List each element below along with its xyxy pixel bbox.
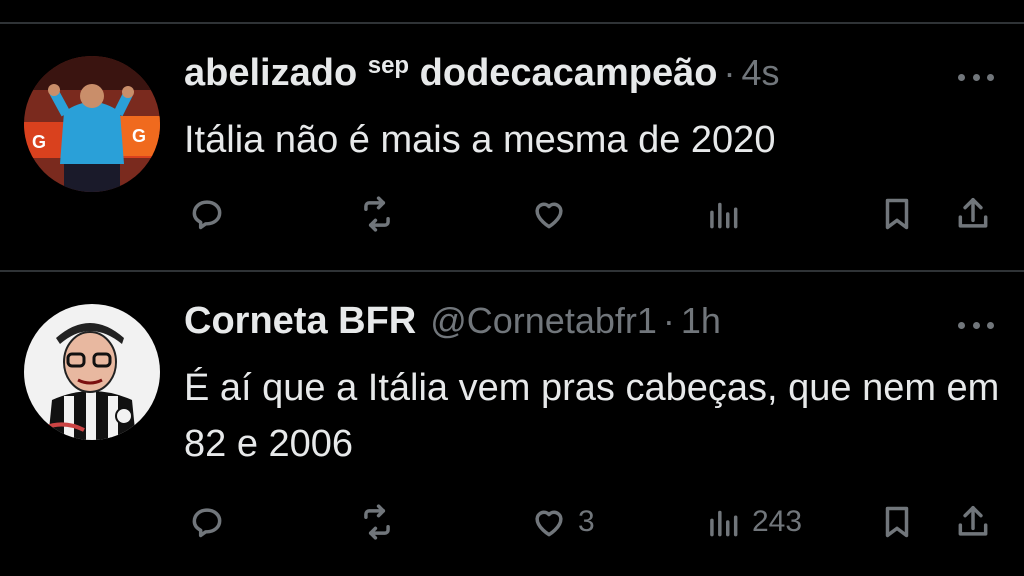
reply-icon (192, 508, 222, 538)
separator-dot: · (723, 52, 736, 93)
display-name[interactable]: abelizado sep dodecacampeão (184, 52, 717, 95)
reply-icon (192, 200, 222, 230)
share-icon (958, 198, 988, 228)
tweet-header: Corneta BFR @Cornetabfr1 · 1h (184, 300, 721, 350)
share-button[interactable] (954, 192, 992, 236)
separator-dot: · (662, 300, 675, 341)
tweet[interactable]: G G abelizado sep dodecacampeão · 4s Itá… (0, 24, 1024, 270)
bookmark-button[interactable] (878, 500, 916, 544)
views-button[interactable] (704, 192, 752, 236)
like-icon (535, 202, 563, 229)
share-icon (958, 506, 988, 536)
avatar-image: G G (24, 56, 160, 192)
action-bar: 3 243 (184, 500, 1004, 544)
retweet-icon (364, 504, 390, 540)
name-suffix: dodecacampeão (419, 52, 718, 94)
reply-button[interactable] (188, 192, 226, 236)
avatar[interactable] (24, 304, 160, 440)
action-bar (184, 192, 1004, 236)
svg-text:G: G (32, 132, 46, 152)
timestamp[interactable]: 4s (741, 52, 779, 94)
bookmark-icon (885, 506, 909, 538)
tweet[interactable]: Corneta BFR @Cornetabfr1 · 1h É aí que a… (0, 272, 1024, 576)
views-count: 243 (752, 505, 803, 538)
retweet-icon (364, 196, 390, 232)
more-icon[interactable] (958, 318, 994, 332)
handle[interactable]: @Cornetabfr1 (430, 300, 657, 342)
tweet-header: abelizado sep dodecacampeão · 4s (184, 52, 779, 102)
avatar-image (24, 304, 160, 440)
timestamp[interactable]: 1h (681, 300, 721, 342)
tweet-text: É aí que a Itália vem pras cabeças, que … (184, 367, 1000, 465)
like-icon (535, 510, 563, 537)
avatar[interactable]: G G (24, 56, 160, 192)
reply-button[interactable] (188, 500, 226, 544)
like-count: 3 (578, 505, 595, 538)
views-icon (710, 510, 738, 537)
retweet-button[interactable] (358, 192, 396, 236)
display-name[interactable]: Corneta BFR (184, 300, 416, 343)
retweet-button[interactable] (358, 500, 396, 544)
views-button[interactable]: 243 (704, 500, 802, 544)
name-superscript: sep (367, 52, 410, 79)
svg-text:G: G (132, 126, 146, 146)
share-button[interactable] (954, 500, 992, 544)
like-button[interactable]: 3 (530, 500, 595, 544)
bookmark-icon (885, 198, 909, 230)
views-icon (710, 202, 738, 229)
more-icon[interactable] (958, 70, 994, 84)
bookmark-button[interactable] (878, 192, 916, 236)
tweet-text: Itália não é mais a mesma de 2020 (184, 119, 776, 161)
like-button[interactable] (530, 192, 578, 236)
